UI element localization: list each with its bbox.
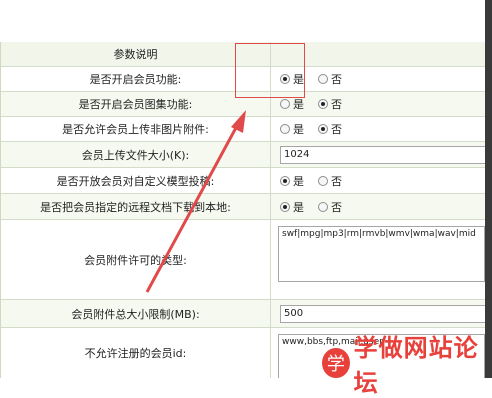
window-edge (485, 0, 492, 378)
watermark: 学 学做网站论坛 (322, 328, 492, 398)
watermark-logo: 学 (322, 348, 350, 378)
annotation-arrow (145, 110, 246, 293)
watermark-text: 学做网站论坛 (353, 334, 479, 397)
